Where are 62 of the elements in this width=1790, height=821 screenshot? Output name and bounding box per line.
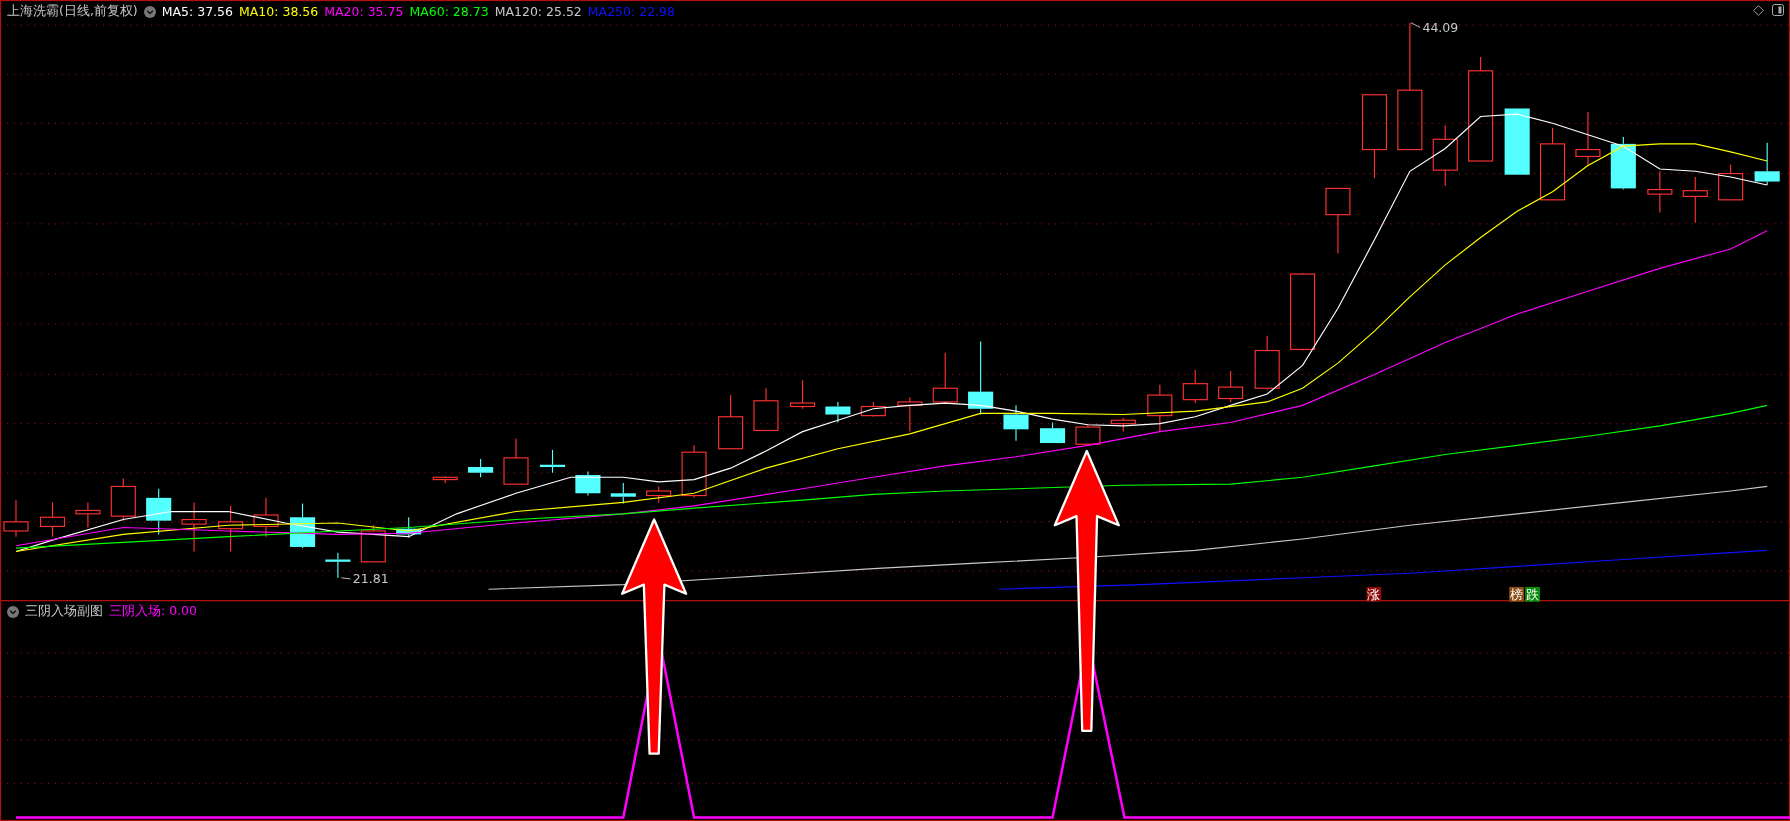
- candlestick: [218, 505, 244, 553]
- chevron-down-icon[interactable]: [7, 605, 19, 618]
- candlestick: [681, 444, 707, 499]
- candlestick: [253, 497, 279, 538]
- moving-average-legend: MA60: 28.73: [409, 4, 489, 19]
- chart-title: 上海洗霸(日线,前复权): [7, 3, 138, 20]
- moving-average-legend: MA5: 37.56: [161, 4, 233, 19]
- candlestick: [825, 401, 851, 424]
- chevron-down-icon[interactable]: [143, 5, 156, 18]
- candlestick: [610, 482, 636, 505]
- indicator-legend: 三阴入场: 0.00: [109, 603, 198, 620]
- candlestick: [325, 552, 351, 579]
- moving-average-legend: MA120: 25.52: [494, 4, 582, 19]
- candlestick: [539, 449, 566, 474]
- moving-average-legend: MA20: 35.75: [324, 4, 404, 19]
- candlestick: [3, 499, 29, 538]
- candlestick: [503, 437, 529, 485]
- candlestick: [1647, 170, 1673, 213]
- candlestick: [110, 477, 136, 522]
- candlestick: [181, 501, 207, 553]
- candlestick: [646, 485, 672, 503]
- candlestick: [75, 501, 101, 529]
- indicator-title: 三阴入场副图: [25, 603, 103, 620]
- diamond-icon[interactable]: [1753, 4, 1764, 16]
- candlestick: [753, 387, 779, 432]
- candlestick: [289, 503, 316, 549]
- price-label: 44.09: [1422, 19, 1459, 35]
- candlestick: [39, 501, 66, 538]
- candlestick: [1504, 107, 1530, 176]
- candlestick: [1610, 136, 1636, 191]
- candlestick: [1432, 125, 1458, 187]
- panel-toggle-icon[interactable]: [1772, 4, 1784, 16]
- candlestick: [718, 394, 744, 450]
- candlestick: [1218, 370, 1244, 403]
- signal-marker: 涨: [1366, 586, 1382, 602]
- moving-average-legend: MA10: 38.56: [239, 4, 319, 19]
- candlestick: [1147, 384, 1173, 433]
- candlestick: [146, 488, 172, 535]
- price-label: 21.81: [352, 571, 389, 587]
- candlestick: [1040, 421, 1066, 444]
- signal-marker: 榜: [1509, 586, 1524, 602]
- candlestick: [1325, 187, 1351, 255]
- candlestick: [432, 475, 458, 484]
- candlestick: [789, 379, 816, 410]
- candlestick: [1110, 417, 1136, 433]
- candlestick: [1682, 176, 1708, 224]
- candlestick: [1575, 111, 1601, 167]
- candlestick: [1075, 424, 1101, 446]
- moving-average-legend: MA250: 22.98: [587, 4, 675, 19]
- candlestick: [468, 458, 494, 478]
- candlestick: [396, 516, 422, 539]
- candlestick: [932, 352, 958, 405]
- candlestick: [860, 401, 886, 418]
- candlestick: [575, 471, 601, 497]
- candlestick: [1254, 335, 1280, 390]
- candlestick: [1754, 142, 1780, 186]
- signal-marker: 跌: [1525, 586, 1540, 602]
- candlestick: [897, 396, 923, 433]
- candlestick: [1182, 369, 1208, 404]
- candlestick: [1003, 404, 1029, 442]
- candlestick: [360, 524, 386, 563]
- candlestick: [1718, 163, 1744, 201]
